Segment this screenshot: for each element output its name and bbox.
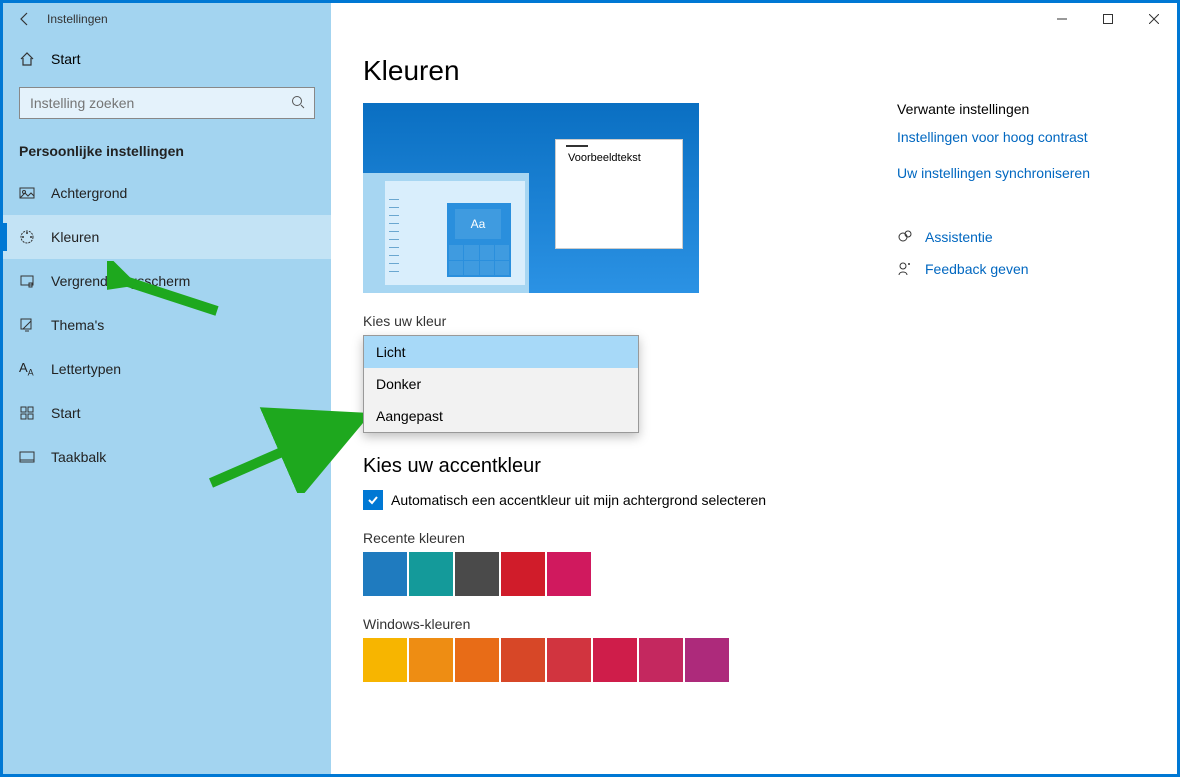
auto-accent-label: Automatisch een accentkleur uit mijn ach… <box>391 492 766 508</box>
windows-colors <box>363 638 1145 682</box>
color-swatch[interactable] <box>593 638 637 682</box>
color-swatch[interactable] <box>363 638 407 682</box>
start-icon <box>19 405 35 421</box>
color-swatch[interactable] <box>639 638 683 682</box>
sidebar-item-label: Thema's <box>51 317 104 333</box>
sidebar-nav: Achtergrond Kleuren Vergrendelingsscherm… <box>3 171 331 479</box>
home-icon <box>19 51 35 67</box>
close-icon <box>1149 14 1159 24</box>
main-content: Kleuren Aa Voorbeeldtekst Kies uw kleur … <box>331 35 1177 774</box>
minimize-button[interactable] <box>1039 3 1085 35</box>
link-assistance[interactable]: Assistentie <box>925 229 993 245</box>
font-icon: AA <box>19 360 35 378</box>
color-swatch[interactable] <box>501 638 545 682</box>
sidebar-item-label: Vergrendelingsscherm <box>51 273 190 289</box>
sidebar-item-background[interactable]: Achtergrond <box>3 171 331 215</box>
choose-color-label: Kies uw kleur <box>363 313 1145 329</box>
sidebar-item-lockscreen[interactable]: Vergrendelingsscherm <box>3 259 331 303</box>
sidebar-item-label: Start <box>51 405 81 421</box>
sidebar-item-taskbar[interactable]: Taakbalk <box>3 435 331 479</box>
image-icon <box>19 185 35 201</box>
color-swatch[interactable] <box>409 638 453 682</box>
home-label: Start <box>51 51 81 67</box>
related-title: Verwante instellingen <box>897 101 1143 117</box>
color-swatch[interactable] <box>363 552 407 596</box>
color-swatch[interactable] <box>547 552 591 596</box>
feedback-icon <box>897 261 913 277</box>
recent-colors <box>363 552 1145 596</box>
accent-heading: Kies uw accentkleur <box>363 455 1145 478</box>
check-icon <box>366 493 380 507</box>
sidebar-item-label: Kleuren <box>51 229 99 245</box>
maximize-icon <box>1103 14 1113 24</box>
windows-colors-label: Windows-kleuren <box>363 616 1145 632</box>
home-button[interactable]: Start <box>3 43 331 75</box>
preview-sample-text: Voorbeeldtekst <box>555 139 683 249</box>
recent-colors-label: Recente kleuren <box>363 530 1145 546</box>
search-icon <box>291 95 305 112</box>
link-high-contrast[interactable]: Instellingen voor hoog contrast <box>897 129 1143 145</box>
dropdown-option-light[interactable]: Licht <box>364 336 638 368</box>
sidebar-item-start[interactable]: Start <box>3 391 331 435</box>
color-swatch[interactable] <box>455 552 499 596</box>
taskbar-icon <box>19 449 35 465</box>
link-sync-settings[interactable]: Uw instellingen synchroniseren <box>897 165 1143 181</box>
sidebar-item-colors[interactable]: Kleuren <box>3 215 331 259</box>
sidebar-item-fonts[interactable]: AA Lettertypen <box>3 347 331 391</box>
arrow-left-icon <box>17 11 33 27</box>
color-swatch[interactable] <box>455 638 499 682</box>
auto-accent-checkbox[interactable] <box>363 490 383 510</box>
search-input[interactable] <box>19 87 315 119</box>
sidebar-item-label: Achtergrond <box>51 185 127 201</box>
window-title: Instellingen <box>47 12 108 26</box>
color-swatch[interactable] <box>547 638 591 682</box>
sidebar-section-title: Persoonlijke instellingen <box>3 135 331 171</box>
theme-preview: Aa Voorbeeldtekst <box>363 103 699 293</box>
link-feedback[interactable]: Feedback geven <box>925 261 1029 277</box>
color-mode-dropdown[interactable]: Licht Donker Aangepast <box>363 335 639 433</box>
dropdown-option-dark[interactable]: Donker <box>364 368 638 400</box>
minimize-icon <box>1057 14 1067 24</box>
palette-icon <box>19 229 35 245</box>
assist-icon <box>897 229 913 245</box>
color-swatch[interactable] <box>409 552 453 596</box>
titlebar: Instellingen <box>3 3 1177 35</box>
sidebar-item-themes[interactable]: Thema's <box>3 303 331 347</box>
dropdown-option-custom[interactable]: Aangepast <box>364 400 638 432</box>
page-heading: Kleuren <box>363 55 1145 87</box>
search-box[interactable] <box>19 87 315 119</box>
theme-icon <box>19 317 35 333</box>
close-button[interactable] <box>1131 3 1177 35</box>
sidebar: Start Persoonlijke instellingen Achtergr… <box>3 35 331 774</box>
maximize-button[interactable] <box>1085 3 1131 35</box>
back-button[interactable] <box>3 3 47 35</box>
related-settings-panel: Verwante instellingen Instellingen voor … <box>897 101 1143 293</box>
sidebar-item-label: Lettertypen <box>51 361 121 377</box>
color-swatch[interactable] <box>501 552 545 596</box>
lockscreen-icon <box>19 273 35 289</box>
sidebar-item-label: Taakbalk <box>51 449 106 465</box>
preview-aa: Aa <box>455 209 501 239</box>
color-swatch[interactable] <box>685 638 729 682</box>
